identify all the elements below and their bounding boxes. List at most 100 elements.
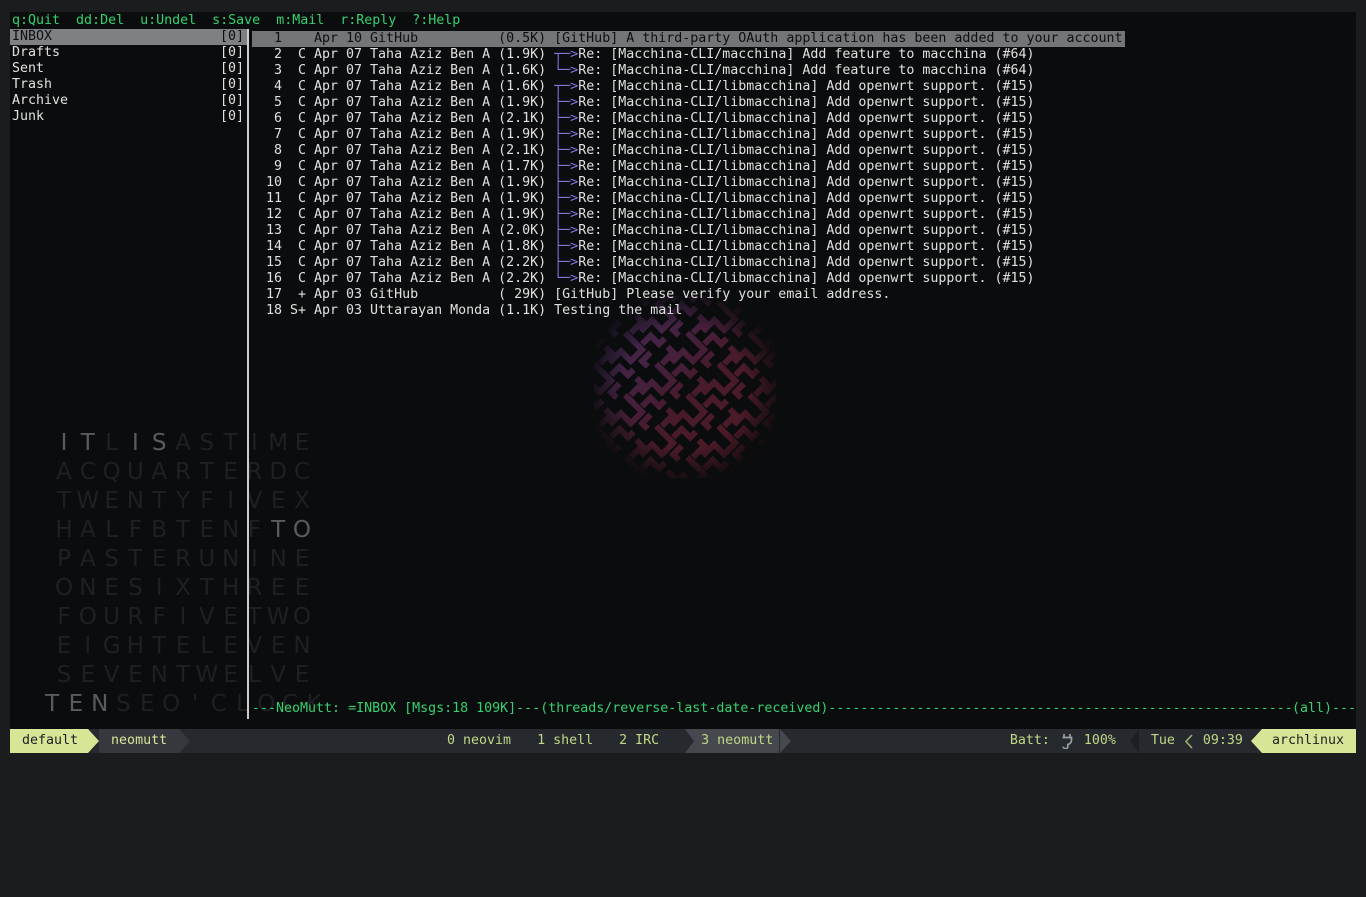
sidebar-mailbox[interactable]: INBOX [0] (10, 29, 247, 45)
tmux-window-index: 1 (537, 729, 545, 753)
word-clock-letter: T (147, 487, 171, 516)
word-clock-letter: A (147, 458, 171, 487)
word-clock-letter: E (52, 632, 76, 661)
mail-row[interactable]: 5CApr 07Taha Aziz Ben A(1.9K)├─>Re: [Mac… (252, 93, 1125, 109)
word-clock-letter: C (290, 458, 314, 487)
mail-row[interactable]: 3CApr 07Taha Aziz Ben A(1.6K)└─>Re: [Mac… (252, 61, 1125, 77)
word-clock-row: FOURFIVETWO (40, 603, 326, 632)
clock-day: Tue (1151, 729, 1175, 753)
mail-row[interactable]: 4CApr 07Taha Aziz Ben A(1.6K)┬─>Re: [Mac… (252, 77, 1125, 93)
word-clock-letter: E (219, 458, 243, 487)
desktop: { "colors": { "accent_green": "#35d16f",… (0, 0, 1366, 768)
mail-row[interactable]: 7CApr 07Taha Aziz Ben A(1.9K)├─>Re: [Mac… (252, 125, 1125, 141)
battery-label: Batt: (1010, 729, 1050, 753)
tmux-window-item[interactable]: 3neomutt (685, 729, 779, 753)
mailbox-count: [0] (220, 93, 244, 109)
word-clock-letter: S (195, 429, 219, 458)
help-key-hint: m:Mail (276, 13, 324, 29)
mail-row[interactable]: 13CApr 07Taha Aziz Ben A(2.0K)├─>Re: [Ma… (252, 221, 1125, 237)
wallpaper-maze-pattern (594, 296, 776, 478)
word-clock-letter: E (219, 603, 243, 632)
word-clock-letter: A (171, 429, 195, 458)
powerline-arrow-icon (1251, 729, 1262, 753)
neomutt-help-bar: q:Quitdd:Delu:Undels:Savem:Mailr:Reply?:… (12, 13, 476, 29)
tmux-window-name-badge: neomutt (99, 729, 179, 753)
mailbox-name: Drafts (12, 45, 60, 61)
word-clock-letter: T (76, 429, 100, 458)
word-clock-letter: T (171, 661, 195, 690)
mail-date: Apr 03 (314, 303, 362, 319)
mail-row[interactable]: 17+Apr 03GitHub( 29K)[GitHub] Please ver… (252, 285, 1125, 301)
word-clock-letter: M (266, 429, 290, 458)
mail-row[interactable]: 12CApr 07Taha Aziz Ben A(1.9K)├─>Re: [Ma… (252, 205, 1125, 221)
word-clock-letter: L (100, 516, 124, 545)
tmux-window-label: neomutt (717, 729, 773, 753)
word-clock-letter: N (88, 690, 112, 719)
mail-row[interactable]: 14CApr 07Taha Aziz Ben A(1.8K)├─>Re: [Ma… (252, 237, 1125, 253)
mail-row[interactable]: 9CApr 07Taha Aziz Ben A(1.7K)├─>Re: [Mac… (252, 157, 1125, 173)
word-clock-letter: E (266, 632, 290, 661)
mail-row[interactable]: 18S+Apr 03Uttarayan Monda(1.1K)Testing t… (252, 301, 1125, 317)
word-clock-letter: N (266, 545, 290, 574)
tmux-window-item[interactable]: 1shell (537, 729, 593, 753)
word-clock-letter: S (147, 429, 171, 458)
word-clock-letter: T (219, 429, 243, 458)
word-clock-letter: T (40, 690, 64, 719)
sidebar-mailbox[interactable]: Archive [0] (10, 93, 247, 109)
word-clock-letter: F (147, 603, 171, 632)
word-clock-letter: E (171, 632, 195, 661)
mail-sender: Uttarayan Monda (370, 303, 490, 319)
tmux-session-badge[interactable]: default (10, 729, 88, 753)
word-clock-letter: R (171, 545, 195, 574)
word-clock-letter: B (147, 516, 171, 545)
word-clock-letter: T (195, 574, 219, 603)
tmux-window-label: neovim (463, 729, 511, 753)
word-clock-letter: E (76, 661, 100, 690)
mail-row[interactable]: 10CApr 07Taha Aziz Ben A(1.9K)├─>Re: [Ma… (252, 173, 1125, 189)
mail-row[interactable]: 1Apr 10GitHub(0.5K)[GitHub] A third-part… (252, 29, 1125, 45)
word-clock-letter: X (171, 574, 195, 603)
sidebar-mailbox[interactable]: Drafts [0] (10, 45, 247, 61)
word-clock-letter: R (124, 603, 148, 632)
word-clock-letter: E (219, 632, 243, 661)
word-clock-letter: O (76, 603, 100, 632)
word-clock-letter: E (290, 545, 314, 574)
tmux-window-item[interactable]: 0neovim (447, 729, 511, 753)
word-clock-letters: SEVENTWELVE (52, 662, 314, 688)
status-fill: ----------------------------------------… (828, 701, 1292, 717)
mail-row[interactable]: 15CApr 07Taha Aziz Ben A(2.2K)├─>Re: [Ma… (252, 253, 1125, 269)
word-clock-row: TWENTYFIVEX (40, 487, 326, 516)
word-clock-letters: ITLISASTIME (52, 430, 314, 456)
sidebar-mailbox[interactable]: Sent [0] (10, 61, 247, 77)
mailbox-name: Trash (12, 77, 52, 93)
help-key-hint: q:Quit (12, 13, 60, 29)
chevron-left-icon (1185, 734, 1193, 749)
word-clock-letter: S (52, 661, 76, 690)
mailbox-count: [0] (220, 45, 244, 61)
word-clock-letter: R (171, 458, 195, 487)
powerline-arrow-icon (179, 729, 190, 753)
mailbox-count: [0] (220, 77, 244, 93)
word-clock-letter: A (52, 458, 76, 487)
sidebar-mailbox[interactable]: Trash [0] (10, 77, 247, 93)
word-clock-letter: U (100, 603, 124, 632)
mail-row-line: 18S+Apr 03Uttarayan Monda(1.1K)Testing t… (252, 303, 684, 319)
mail-row[interactable]: 2CApr 07Taha Aziz Ben A(1.9K)┬─>Re: [Mac… (252, 45, 1125, 61)
word-clock-letter: N (219, 545, 243, 574)
mailbox-count: [0] (220, 61, 244, 77)
tmux-status-bar: default neomutt 0neovim 1shell 2IRC 3neomut… (10, 729, 1356, 753)
word-clock-letter: F (124, 516, 148, 545)
sidebar-mailbox[interactable]: Junk [0] (10, 109, 247, 125)
mailbox-name: Archive (12, 93, 68, 109)
word-clock-letter: S (112, 690, 136, 719)
tmux-window-item[interactable]: 2IRC (619, 729, 659, 753)
mail-row[interactable]: 16CApr 07Taha Aziz Ben A(2.2K)└─>Re: [Ma… (252, 269, 1125, 285)
word-clock-letter: V (266, 661, 290, 690)
word-clock-letter: L (100, 429, 124, 458)
word-clock-letters: FOURFIVETWO (52, 604, 314, 630)
mail-row[interactable]: 11CApr 07Taha Aziz Ben A(1.9K)├─>Re: [Ma… (252, 189, 1125, 205)
mail-row[interactable]: 8CApr 07Taha Aziz Ben A(2.1K)├─>Re: [Mac… (252, 141, 1125, 157)
word-clock-letter: N (219, 516, 243, 545)
mail-row[interactable]: 6CApr 07Taha Aziz Ben A(2.1K)├─>Re: [Mac… (252, 109, 1125, 125)
word-clock-letter: I (171, 603, 195, 632)
